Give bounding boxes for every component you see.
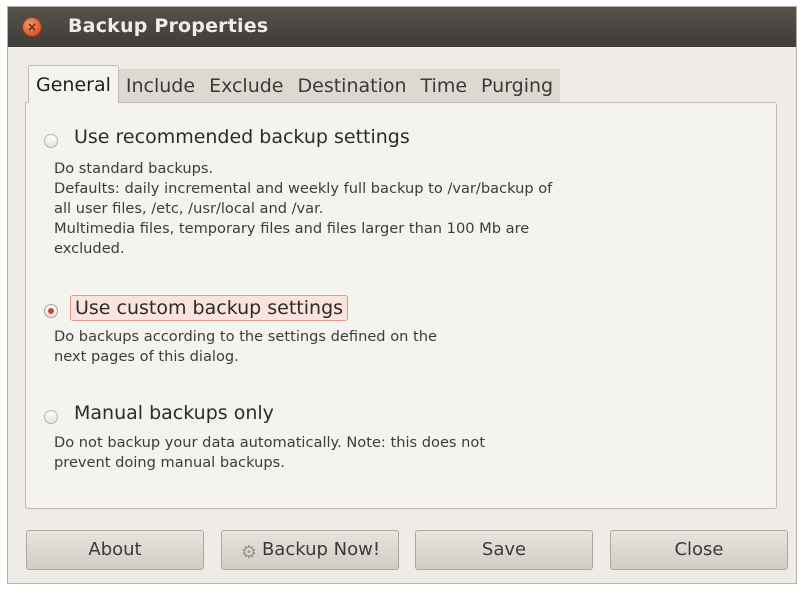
tab-time[interactable]: Time (413, 69, 475, 103)
tab-exclude[interactable]: Exclude (202, 69, 291, 103)
option-recommended-label[interactable]: Use recommended backup settings (70, 125, 414, 149)
tab-bar: General Include Exclude Destination Time… (28, 65, 561, 103)
about-button[interactable]: About (26, 530, 204, 570)
option-recommended-description: Do standard backups. Defaults: daily inc… (54, 160, 553, 257)
tab-purging[interactable]: Purging (474, 69, 561, 103)
backup-now-button[interactable]: ⚙ Backup Now! (221, 530, 399, 570)
radio-recommended[interactable] (44, 134, 58, 148)
tab-destination[interactable]: Destination (290, 69, 414, 103)
close-icon[interactable]: × (22, 17, 42, 37)
tab-include[interactable]: Include (118, 69, 203, 103)
save-button[interactable]: Save (415, 530, 593, 570)
gear-icon: ⚙ (240, 542, 257, 563)
option-manual-description: Do not backup your data automatically. N… (54, 434, 486, 471)
title-bar[interactable]: × Backup Properties (8, 7, 796, 47)
radio-manual[interactable] (44, 410, 58, 424)
window-title: Backup Properties (68, 15, 269, 37)
close-button[interactable]: Close (610, 530, 788, 570)
button-row: About ⚙ Backup Now! Save Close (8, 530, 796, 570)
radio-custom[interactable] (44, 304, 58, 318)
backup-now-label: Backup Now! (261, 539, 381, 560)
option-custom-description: Do backups according to the settings def… (54, 328, 437, 365)
general-tab-panel: Use recommended backup settings Do stand… (25, 102, 777, 509)
option-custom-label[interactable]: Use custom backup settings (70, 295, 349, 321)
option-manual-label[interactable]: Manual backups only (70, 401, 278, 425)
tab-general[interactable]: General (28, 65, 119, 103)
backup-properties-dialog: × Backup Properties General Include Excl… (7, 6, 797, 584)
